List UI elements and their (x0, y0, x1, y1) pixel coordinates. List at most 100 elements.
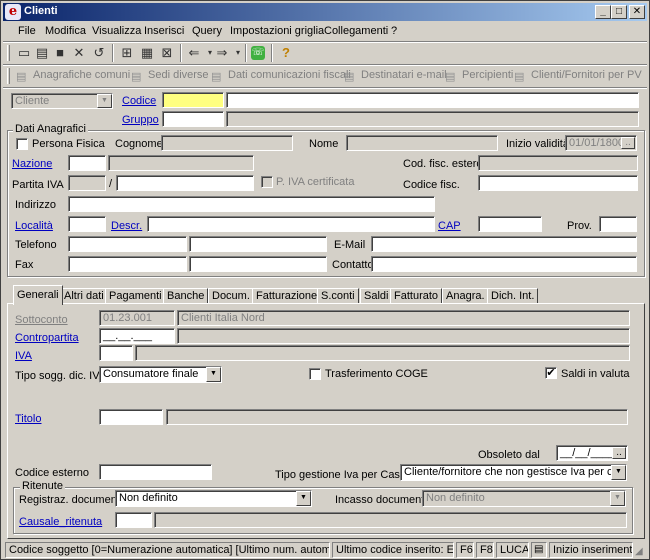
contatto-input[interactable] (371, 256, 637, 272)
menu-modifica[interactable]: Modifica (45, 25, 86, 37)
tab-banche[interactable]: Banche (163, 288, 209, 304)
fax2-input[interactable] (189, 256, 327, 272)
codice-description-input[interactable] (226, 92, 639, 108)
chevron-down-icon[interactable]: ▼ (97, 94, 112, 108)
tab-dich-int[interactable]: Dich. Int. (487, 288, 539, 304)
menu-collegamenti[interactable]: Collegamenti (324, 25, 388, 37)
chevron-down-icon[interactable]: ▼ (611, 465, 626, 480)
email-input[interactable] (371, 236, 637, 252)
tab-saldi[interactable]: Saldi (360, 288, 393, 304)
piva-certificata-label: P. IVA certificata (276, 176, 355, 188)
partita-iva-label: Partita IVA (12, 179, 64, 191)
codice-input[interactable] (162, 92, 224, 108)
codice-esterno-input[interactable] (99, 464, 212, 480)
sottoconto-description-input: Clienti Italia Nord (177, 310, 630, 326)
cod-fisc-estero-input (478, 155, 638, 171)
prov-input[interactable] (599, 216, 637, 232)
menu-visualizza[interactable]: Visualizza (92, 25, 141, 37)
causale-ritenuta-link[interactable]: Causale_ritenuta (19, 516, 102, 528)
close-button[interactable]: ✕ (629, 5, 645, 19)
search-filter-icon[interactable]: ⊞ (118, 44, 136, 62)
telefono-input[interactable] (68, 236, 187, 252)
new-document-icon[interactable]: ▭ (15, 44, 33, 62)
save-icon[interactable]: ■ (51, 44, 69, 62)
grid-icon[interactable]: ▦ (138, 44, 156, 62)
tab-fatturato[interactable]: Fatturato (390, 288, 443, 304)
menu-query[interactable]: Query (192, 25, 222, 37)
anagrafiche-comuni-button[interactable]: ▤ Anagrafiche comuni (16, 69, 130, 85)
partita-iva-prefix-input (68, 175, 106, 191)
localita-link[interactable]: Località (15, 220, 53, 232)
saldi-valuta-checkbox[interactable]: ✔ (545, 367, 557, 379)
dati-comunicazioni-fiscali-button[interactable]: ▤ Dati comunicazioni fiscali (211, 69, 351, 85)
grid-delete-icon[interactable]: ⊠ (158, 44, 176, 62)
telefono2-input[interactable] (189, 236, 327, 252)
status-mode: Inizio inserimento... (549, 542, 633, 558)
percipienti-button[interactable]: ▤ Percipienti (445, 69, 513, 85)
sedi-diverse-button[interactable]: ▤ Sedi diverse (131, 69, 209, 85)
toolbar-grip[interactable] (7, 68, 10, 84)
tab-sconti[interactable]: S.conti (317, 288, 359, 304)
tab-anagra[interactable]: Anagra. (442, 288, 489, 304)
iva-input[interactable] (99, 345, 133, 361)
tipo-gestione-select[interactable]: Cliente/fornitore che non gestisce Iva p… (400, 464, 627, 481)
delete-icon[interactable]: ✕ (70, 44, 88, 62)
undo-icon[interactable]: ↺ (90, 44, 108, 62)
menu-inserisci[interactable]: Inserisci (144, 25, 184, 37)
tab-pagamenti[interactable]: Pagamenti (105, 288, 166, 304)
partita-iva-input[interactable] (116, 175, 254, 191)
copy-document-icon[interactable]: ▤ (33, 44, 51, 62)
menu-impostazioni-griglia[interactable]: Impostazioni griglia (230, 25, 324, 37)
cap-input[interactable] (478, 216, 542, 232)
date-picker-button[interactable]: .. (612, 447, 626, 459)
nazione-link[interactable]: Nazione (12, 158, 52, 170)
date-picker-button[interactable]: .. (621, 137, 635, 149)
nome-input (346, 135, 498, 151)
titolo-input[interactable] (99, 409, 163, 425)
chevron-down-icon[interactable]: ▼ (296, 491, 311, 506)
app-logo-icon: e (5, 4, 21, 20)
menu-file[interactable]: File (18, 25, 36, 37)
type-select[interactable]: Cliente ▼ (11, 93, 113, 109)
destinatari-email-button[interactable]: ▤ Destinatari e-mail (344, 69, 447, 85)
cap-link[interactable]: CAP (438, 220, 461, 232)
contropartita-input[interactable]: __.__.___ (99, 328, 175, 344)
fax-input[interactable] (68, 256, 187, 272)
trasferimento-coge-checkbox[interactable] (309, 368, 321, 380)
registraz-select[interactable]: Non definito ▼ (115, 490, 312, 507)
inizio-validita-label: Inizio validità (506, 138, 569, 150)
toolbar-separator (245, 44, 247, 62)
codice-fisc-input[interactable] (478, 175, 638, 191)
maximize-button[interactable]: □ (611, 5, 627, 19)
phone-icon[interactable]: ☏ (251, 46, 265, 60)
toolbar-separator (112, 44, 114, 62)
minimize-button[interactable]: _ (595, 5, 611, 19)
persona-fisica-checkbox[interactable] (16, 138, 28, 150)
descr-input[interactable] (147, 216, 435, 232)
tab-fatturazione[interactable]: Fatturazione (252, 288, 322, 304)
descr-link[interactable]: Descr. (111, 220, 142, 232)
contropartita-link[interactable]: Contropartita (15, 332, 79, 344)
tipo-sogg-select[interactable]: Consumatore finale ▼ (99, 366, 222, 383)
causale-ritenuta-input[interactable] (115, 512, 152, 528)
title-bar[interactable]: e Clienti _ □ ✕ (3, 3, 647, 21)
tab-docum[interactable]: Docum. (208, 288, 254, 304)
chevron-down-icon[interactable]: ▼ (206, 367, 221, 382)
gruppo-input[interactable] (162, 111, 224, 127)
clienti-fornitori-pv-button[interactable]: ▤ Clienti/Fornitori per PV (514, 69, 642, 85)
menu-help[interactable]: ? (391, 25, 397, 37)
gruppo-link[interactable]: Gruppo (122, 114, 159, 126)
indirizzo-input[interactable] (68, 196, 435, 212)
help-icon[interactable]: ? (277, 44, 295, 62)
iva-link[interactable]: IVA (15, 350, 32, 362)
trasferimento-coge-label: Trasferimento COGE (325, 368, 428, 380)
codice-link[interactable]: Codice (122, 95, 156, 107)
tab-generali[interactable]: Generali (13, 285, 63, 305)
tab-altri-dati[interactable]: Altri dati (60, 288, 108, 304)
titolo-link[interactable]: Titolo (15, 413, 42, 425)
contatto-label: Contatto (332, 259, 374, 271)
toolbar-grip[interactable] (7, 45, 10, 61)
resize-grip-icon[interactable]: ◢ (635, 547, 647, 559)
nazione-input[interactable] (68, 155, 106, 171)
localita-input[interactable] (68, 216, 106, 232)
